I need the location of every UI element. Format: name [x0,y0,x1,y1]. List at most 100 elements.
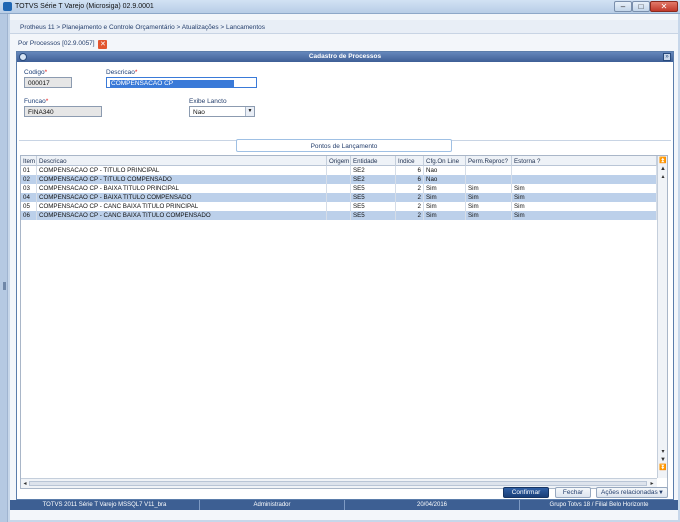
window-titlebar: TOTVS Série T Varejo (Microsiga) 02.9.00… [0,0,680,14]
status-user: Administrador [200,500,345,510]
cell-origem [327,211,351,220]
cell-indice: 2 [396,193,424,202]
table-row[interactable]: 05 COMPENSACAO CP - CANC BAIXA TITULO PR… [21,202,657,211]
app-icon [3,2,12,11]
cell-item: 02 [21,175,37,184]
table-row[interactable]: 02 COMPENSACAO CP - TITULO COMPENSADO SE… [21,175,657,184]
status-version: TOTVS 2011 Série T Varejo MSSQL7 V11_bra [10,500,200,510]
cell-perm-reproc: Sim [466,202,512,211]
cell-descricao: COMPENSACAO CP - CANC BAIXA TITULO PRINC… [37,202,327,211]
cell-descricao: COMPENSACAO CP - TITULO COMPENSADO [37,175,327,184]
scroll-down-icon[interactable]: ▾ [659,448,667,456]
status-bar: TOTVS 2011 Série T Varejo MSSQL7 V11_bra… [10,500,678,510]
cell-entidade: SE2 [351,166,396,175]
codigo-field[interactable]: 000017 [24,77,72,88]
chevron-down-icon: ▼ [658,490,664,496]
cell-entidade: SE5 [351,202,396,211]
cell-item: 04 [21,193,37,202]
codigo-label: Codigo [24,69,47,76]
cell-descricao: COMPENSACAO CP - CANC BAIXA TITULO COMPE… [37,211,327,220]
cell-estorna: Sim [512,193,657,202]
tab-pontos-lancamento[interactable]: Pontos de Lançamento [236,139,452,152]
main-area: Protheus 11 > Planejamento e Controle Or… [10,14,678,520]
maximize-button[interactable]: □ [632,1,650,12]
status-company: Grupo Totvs 18 / Filial Belo Horizonte [549,502,649,508]
col-entidade[interactable]: Entidade [351,156,396,166]
cell-indice: 2 [396,184,424,193]
confirmar-button[interactable]: Confirmar [503,487,549,498]
cell-estorna [512,175,657,184]
table-row[interactable]: 06 COMPENSACAO CP - CANC BAIXA TITULO CO… [21,211,657,220]
scroll-left-icon[interactable]: ◂ [21,480,29,488]
panel-title: Cadastro de Processos [308,53,382,60]
cell-perm-reproc: Sim [466,184,512,193]
cell-descricao: COMPENSACAO CP - BAIXA TITULO COMPENSADO [37,193,327,202]
status-date: 20/04/2016 [345,500,520,510]
col-descricao[interactable]: Descricao [37,156,327,166]
col-cfg-online[interactable]: Cfg.On Line [424,156,466,166]
funcao-label: Funcao [24,98,48,105]
cell-estorna: Sim [512,211,657,220]
breadcrumb: Protheus 11 > Planejamento e Controle Or… [10,20,678,34]
table-row[interactable]: 04 COMPENSACAO CP - BAIXA TITULO COMPENS… [21,193,657,202]
cell-item: 01 [21,166,37,175]
breadcrumb-text: Protheus 11 > Planejamento e Controle Or… [20,24,266,31]
cell-origem [327,202,351,211]
fechar-button[interactable]: Fechar [555,487,591,498]
scroll-top-icon[interactable]: ⏫ [659,157,667,165]
cell-origem [327,184,351,193]
exibe-lancto-select[interactable]: Nao ▼ [189,106,255,117]
cell-item: 03 [21,184,37,193]
acoes-label: Ações relacionadas [601,489,658,496]
tab-close-icon[interactable]: ✕ [98,40,108,49]
cell-origem [327,193,351,202]
cell-origem [327,175,351,184]
table-row[interactable]: 01 COMPENSACAO CP - TITULO PRINCIPAL SE2… [21,166,657,175]
cell-perm-reproc [466,166,512,175]
panel-header: Cadastro de Processos » [17,52,673,62]
funcao-field[interactable]: FINA340 [24,106,102,117]
chevron-down-icon: ▼ [245,107,254,116]
cell-entidade: SE5 [351,211,396,220]
col-indice[interactable]: Indice [396,156,424,166]
cell-perm-reproc: Sim [466,211,512,220]
cell-cfg-online: Sim [424,211,466,220]
side-panel-grip[interactable] [0,14,8,522]
grid-header: Item Descricao Origem Entidade Indice Cf… [21,156,657,166]
window-title: TOTVS Série T Varejo (Microsiga) 02.9.00… [15,3,154,10]
col-origem[interactable]: Origem [327,156,351,166]
col-estorna[interactable]: Estorna ? [512,156,657,166]
cell-item: 06 [21,211,37,220]
cell-entidade: SE2 [351,175,396,184]
scroll-page-up-icon[interactable]: ▲ [659,165,667,173]
exibe-lancto-value: Nao [193,109,205,116]
col-perm-reproc[interactable]: Perm.Reproc? [466,156,512,166]
cell-indice: 6 [396,166,424,175]
acoes-relacionadas-button[interactable]: Ações relacionadas ▼ [596,487,668,498]
cell-estorna [512,166,657,175]
table-row[interactable]: 03 COMPENSACAO CP - BAIXA TITULO PRINCIP… [21,184,657,193]
grid-vertical-scrollbar[interactable]: ⏫ ▲ ▴ ▾ ▼ ⏬ [657,156,667,478]
cell-indice: 6 [396,175,424,184]
cell-entidade: SE5 [351,193,396,202]
panel-collapse-button[interactable]: » [663,53,671,61]
pontos-grid: Item Descricao Origem Entidade Indice Cf… [20,155,668,489]
cell-cfg-online: Nao [424,175,466,184]
tab-label: Por Processos [02.9.0057] [18,40,95,47]
cell-indice: 2 [396,211,424,220]
descricao-field[interactable]: COMPENSACAO CP [106,77,257,88]
scroll-page-down-icon[interactable]: ▼ [659,456,667,464]
cell-perm-reproc: Sim [466,193,512,202]
grip-handle-icon [3,282,6,290]
close-window-button[interactable]: ✕ [650,1,678,12]
minimize-button[interactable]: – [614,1,632,12]
col-item[interactable]: Item [21,156,37,166]
scroll-thumb[interactable] [29,481,647,486]
scroll-up-icon[interactable]: ▴ [659,173,667,181]
cell-perm-reproc [466,175,512,184]
exibe-lancto-label: Exibe Lancto [189,98,227,105]
tab-por-processos[interactable]: Por Processos [02.9.0057] ✕ [14,38,113,50]
scroll-bottom-icon[interactable]: ⏬ [659,464,667,472]
cell-descricao: COMPENSACAO CP - TITULO PRINCIPAL [37,166,327,175]
cell-estorna: Sim [512,202,657,211]
